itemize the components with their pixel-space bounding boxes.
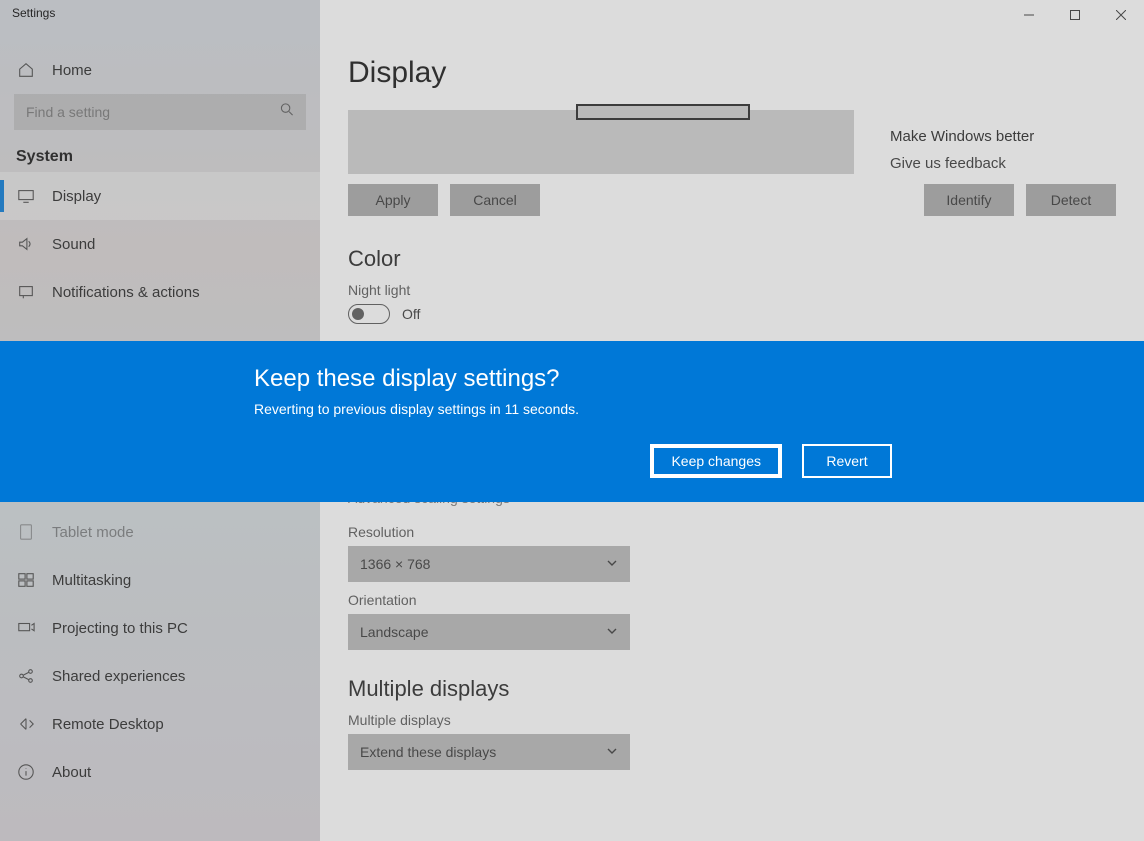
sidebar-item-label: Multitasking [52, 572, 131, 589]
confirm-dialog: Keep these display settings? Reverting t… [0, 341, 1144, 502]
sidebar-item-label: Tablet mode [52, 524, 134, 541]
sidebar-item-multitasking[interactable]: Multitasking [0, 556, 320, 604]
resolution-value: 1366 × 768 [360, 556, 430, 572]
night-light-value: Off [402, 306, 420, 322]
projecting-icon [16, 618, 36, 638]
sidebar-item-label: Sound [52, 236, 95, 253]
dialog-title: Keep these display settings? [254, 365, 1144, 393]
orientation-label: Orientation [348, 592, 1116, 608]
revert-button[interactable]: Revert [802, 444, 892, 478]
sidebar-item-tablet-mode[interactable]: Tablet mode [0, 508, 320, 556]
chevron-down-icon [606, 556, 618, 572]
about-icon [16, 762, 36, 782]
sidebar-item-label: Shared experiences [52, 668, 185, 685]
sidebar-item-label: Remote Desktop [52, 716, 164, 733]
window-title: Settings [12, 6, 55, 20]
arrange-buttons: Apply Cancel Identify Detect [348, 184, 1116, 216]
feedback-link[interactable]: Give us feedback [890, 155, 1034, 172]
sidebar-item-label: Notifications & actions [52, 284, 200, 301]
remote-icon [16, 714, 36, 734]
tablet-icon [16, 522, 36, 542]
sidebar-item-sound[interactable]: Sound [0, 220, 320, 268]
settings-window: Settings Home System Display Sound Notif… [0, 0, 1144, 841]
dialog-message: Reverting to previous display settings i… [254, 401, 1144, 417]
resolution-dropdown[interactable]: 1366 × 768 [348, 546, 630, 582]
multiple-dropdown[interactable]: Extend these displays [348, 734, 630, 770]
night-light-row: Off [348, 304, 1116, 324]
display-icon [16, 186, 36, 206]
night-light-label: Night light [348, 282, 1116, 298]
selected-display-outline [576, 104, 750, 120]
multiple-value: Extend these displays [360, 744, 496, 760]
category-heading: System [0, 148, 320, 172]
night-light-toggle[interactable] [348, 304, 390, 324]
identify-button[interactable]: Identify [924, 184, 1014, 216]
titlebar: Settings [0, 0, 1144, 30]
sound-icon [16, 234, 36, 254]
sidebar-item-display[interactable]: Display [0, 172, 320, 220]
orientation-value: Landscape [360, 624, 429, 640]
home-icon [16, 60, 36, 80]
section-color: Color [348, 246, 1116, 272]
page-title: Display [348, 56, 1116, 90]
home-link[interactable]: Home [0, 46, 320, 94]
detect-button[interactable]: Detect [1026, 184, 1116, 216]
search-icon [280, 103, 294, 122]
minimize-button[interactable] [1006, 0, 1052, 30]
sidebar-item-label: Display [52, 188, 101, 205]
sidebar-item-label: About [52, 764, 91, 781]
right-title: Make Windows better [890, 128, 1034, 145]
multitasking-icon [16, 570, 36, 590]
apply-button[interactable]: Apply [348, 184, 438, 216]
orientation-dropdown[interactable]: Landscape [348, 614, 630, 650]
dialog-buttons: Keep changes Revert [650, 444, 892, 478]
window-controls [1006, 0, 1144, 30]
sidebar-item-about[interactable]: About [0, 748, 320, 796]
cancel-button[interactable]: Cancel [450, 184, 540, 216]
sidebar-item-label: Projecting to this PC [52, 620, 188, 637]
section-multiple: Multiple displays [348, 676, 1116, 702]
home-label: Home [52, 62, 92, 79]
shared-icon [16, 666, 36, 686]
close-button[interactable] [1098, 0, 1144, 30]
sidebar-item-shared[interactable]: Shared experiences [0, 652, 320, 700]
search-input[interactable] [14, 94, 306, 130]
chevron-down-icon [606, 744, 618, 760]
resolution-label: Resolution [348, 524, 1116, 540]
maximize-button[interactable] [1052, 0, 1098, 30]
notifications-icon [16, 282, 36, 302]
keep-changes-button[interactable]: Keep changes [650, 444, 782, 478]
sidebar-item-remote[interactable]: Remote Desktop [0, 700, 320, 748]
sidebar-item-projecting[interactable]: Projecting to this PC [0, 604, 320, 652]
multiple-label: Multiple displays [348, 712, 1116, 728]
search-wrap [14, 94, 306, 130]
sidebar-item-notifications[interactable]: Notifications & actions [0, 268, 320, 316]
right-column: Make Windows better Give us feedback [890, 128, 1034, 172]
chevron-down-icon [606, 624, 618, 640]
display-arrangement[interactable] [348, 110, 854, 174]
